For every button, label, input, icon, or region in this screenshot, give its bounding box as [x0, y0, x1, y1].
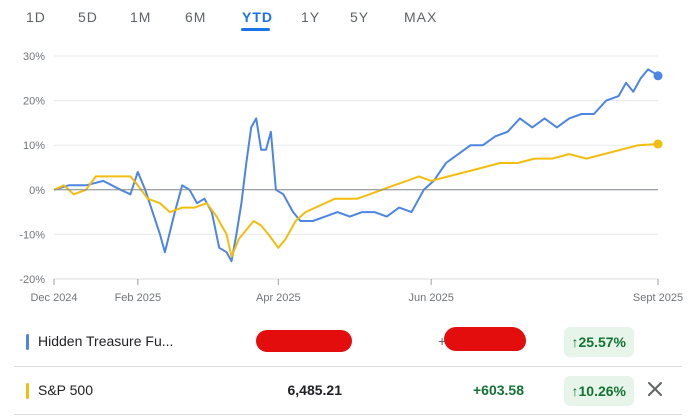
y-tick-label: 30% — [23, 51, 45, 63]
active-tab-indicator — [241, 28, 270, 31]
redaction-mark — [256, 330, 352, 352]
arrow-up-icon: ↑ — [571, 334, 579, 350]
series-line-fund — [53, 68, 659, 263]
arrow-up-icon: ↑ — [571, 383, 579, 399]
tab-1d[interactable]: 1D — [26, 9, 46, 25]
fund-percent-badge: ↑25.57% — [563, 327, 634, 357]
sp500-color-swatch — [26, 383, 29, 399]
row-divider — [14, 414, 682, 415]
tab-5d[interactable]: 5D — [78, 9, 98, 25]
comparison-row-sp500[interactable]: S&P 500 6,485.21 +603.58 ↑10.26% — [0, 367, 696, 415]
comparison-row-fund[interactable]: Hidden Treasure Fu... + ↑25.57% — [0, 318, 696, 366]
x-tick-label: Feb 2025 — [115, 292, 161, 304]
remove-comparison-button[interactable] — [645, 379, 665, 399]
tab-6m[interactable]: 6M — [185, 9, 206, 25]
range-tabs: 1D 5D 1M 6M YTD 1Y 5Y MAX — [0, 0, 696, 34]
redaction-mark — [444, 327, 526, 351]
y-tick-label: 20% — [23, 96, 45, 108]
x-tick-label: Apr 2025 — [256, 292, 301, 304]
fund-name: Hidden Treasure Fu... — [38, 333, 174, 349]
series-end-point-sp500 — [653, 139, 663, 149]
close-icon — [648, 382, 662, 396]
sp500-change: +603.58 — [473, 382, 524, 398]
tab-max[interactable]: MAX — [404, 9, 437, 25]
sp500-price: 6,485.21 — [287, 382, 343, 398]
fund-percent: 25.57% — [578, 334, 626, 350]
tab-ytd[interactable]: YTD — [242, 9, 273, 25]
y-tick-label: 0% — [29, 185, 45, 197]
series-end-point-fund — [653, 71, 663, 81]
x-tick-label: Dec 2024 — [30, 292, 77, 304]
x-tick-label: Jun 2025 — [409, 292, 454, 304]
y-tick-label: 10% — [23, 140, 45, 152]
tab-1y[interactable]: 1Y — [301, 9, 320, 25]
tab-1m[interactable]: 1M — [130, 9, 151, 25]
sp500-percent-badge: ↑10.26% — [563, 376, 634, 406]
sp500-name: S&P 500 — [38, 382, 94, 398]
x-tick-label: Sept 2025 — [633, 292, 683, 304]
sp500-percent: 10.26% — [578, 383, 626, 399]
fund-color-swatch — [26, 334, 29, 350]
performance-chart[interactable]: 30% 20% 10% 0% -10% -20% Dec 2024 Feb 2025 Apr 2… — [0, 40, 696, 310]
y-tick-label: -10% — [19, 229, 45, 241]
series-line-sp500 — [53, 143, 659, 258]
y-tick-label: -20% — [19, 274, 45, 286]
tab-5y[interactable]: 5Y — [350, 9, 369, 25]
